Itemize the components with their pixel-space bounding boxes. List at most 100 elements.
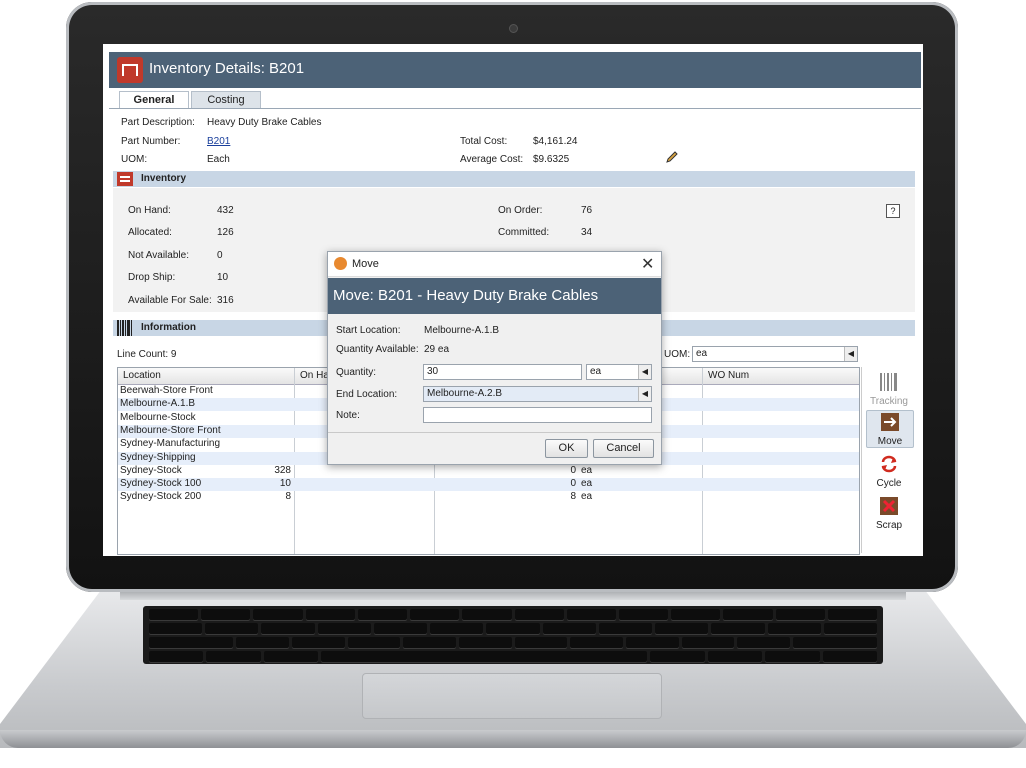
uom-cell: ea	[581, 478, 593, 490]
start-location-label: Start Location:	[336, 325, 401, 336]
on-hand-cell: 10	[279, 478, 291, 490]
app-logo-icon	[334, 257, 347, 270]
dialog-divider	[328, 432, 661, 433]
move-dialog: Move ✕ Move: B201 - Heavy Duty Brake Cab…	[327, 251, 662, 465]
note-input[interactable]	[423, 407, 652, 423]
cycle-button[interactable]: Cycle	[866, 453, 912, 489]
note-label: Note:	[336, 410, 360, 421]
tracking-label: Tracking	[870, 396, 908, 407]
laptop-base-edge	[0, 730, 1026, 748]
location-cell: Sydney-Shipping	[120, 451, 196, 463]
tab-costing[interactable]: Costing	[191, 91, 261, 108]
average-cost-value: $9.6325	[533, 154, 570, 165]
uom-cell: ea	[581, 464, 593, 476]
part-description-label: Part Description:	[121, 117, 195, 128]
committed-value: 34	[581, 227, 593, 238]
uom-cell: ea	[581, 491, 593, 503]
not-available-value: 0	[217, 250, 223, 261]
quantity-available-label: Quantity Available:	[336, 344, 419, 355]
barcode-icon	[117, 320, 132, 336]
location-cell: Sydney-Stock 100	[120, 478, 202, 490]
on-hand-cell: 328	[274, 464, 291, 476]
quantity-uom-select[interactable]: ea ◀	[586, 364, 652, 380]
quantity-label: Quantity:	[336, 367, 377, 378]
quantity-cell: 0	[570, 478, 576, 490]
right-toolbar: Tracking Move Cycle Scrap	[861, 367, 914, 553]
end-location-select[interactable]: Melbourne-A.2.B ◀	[423, 386, 652, 402]
chevron-left-icon[interactable]: ◀	[638, 365, 651, 379]
location-cell: Melbourne-A.1.B	[120, 398, 196, 410]
dialog-heading: Move: B201 - Heavy Duty Brake Cables	[333, 287, 599, 304]
dialog-title-bar: Move ✕	[328, 252, 661, 277]
location-cell: Melbourne-Stock	[120, 411, 196, 423]
move-icon	[881, 413, 899, 431]
info-uom-select[interactable]: ea ◀	[692, 346, 858, 362]
app-window: Inventory Details: B201 General Costing …	[103, 44, 923, 556]
chevron-left-icon[interactable]: ◀	[638, 387, 651, 401]
location-cell: Beerwah-Store Front	[120, 385, 213, 396]
quantity-available-value: 29 ea	[424, 344, 450, 355]
col-wo-num[interactable]: WO Num	[708, 370, 749, 381]
on-hand-value: 432	[217, 205, 234, 216]
quantity-cell: 8	[570, 491, 576, 503]
on-hand-label: On Hand:	[128, 205, 171, 216]
information-section-title: Information	[141, 322, 196, 333]
cycle-label: Cycle	[876, 478, 902, 489]
cycle-icon	[881, 455, 897, 473]
info-uom-value: ea	[696, 348, 708, 359]
end-location-value: Melbourne-A.2.B	[427, 388, 503, 399]
dialog-header: Move: B201 - Heavy Duty Brake Cables	[328, 278, 661, 314]
move-button[interactable]: Move	[866, 410, 914, 448]
laptop-keyboard	[143, 606, 883, 664]
camera-icon	[509, 24, 518, 33]
warehouse-icon	[117, 57, 143, 83]
location-cell: Melbourne-Store Front	[120, 424, 221, 436]
uom-value: Each	[207, 154, 230, 165]
quantity-value: 30	[427, 366, 439, 377]
ok-button[interactable]: OK	[545, 439, 588, 458]
part-description-value: Heavy Duty Brake Cables	[207, 117, 322, 128]
cancel-button[interactable]: Cancel	[593, 439, 654, 458]
scrap-button[interactable]: Scrap	[866, 495, 912, 531]
scrap-icon	[880, 497, 898, 515]
help-icon[interactable]: ?	[886, 204, 900, 218]
table-row[interactable]: Sydney-Stock 100 10 0 ea	[118, 478, 859, 492]
part-number-link[interactable]: B201	[207, 136, 230, 147]
col-location[interactable]: Location	[123, 370, 161, 381]
barcode-icon	[880, 373, 897, 391]
tracking-button[interactable]: Tracking	[866, 371, 912, 407]
col-on-hand[interactable]: On Ha	[300, 370, 329, 381]
tab-general[interactable]: General	[119, 91, 189, 108]
on-order-value: 76	[581, 205, 593, 216]
close-icon[interactable]: ✕	[641, 254, 654, 274]
laptop-trackpad	[362, 673, 662, 719]
drop-ship-value: 10	[217, 272, 229, 283]
available-for-sale-value: 316	[217, 295, 234, 306]
info-uom-label: UOM:	[664, 349, 691, 360]
table-row[interactable]: Sydney-Stock 328 0 ea	[118, 465, 859, 478]
on-hand-cell: 8	[285, 491, 291, 503]
end-location-label: End Location:	[336, 389, 398, 400]
quantity-cell: 0	[570, 464, 576, 476]
on-order-label: On Order:	[498, 205, 543, 216]
location-cell: Sydney-Manufacturing	[120, 438, 221, 450]
chevron-left-icon[interactable]: ◀	[844, 347, 857, 361]
dialog-window-title: Move	[352, 258, 379, 270]
app-title-bar: Inventory Details: B201	[109, 52, 921, 88]
total-cost-value: $4,161.24	[533, 136, 578, 147]
page-title: Inventory Details: B201	[149, 60, 305, 77]
shelf-icon	[117, 172, 133, 186]
table-row[interactable]: Sydney-Stock 200 8 8 ea	[118, 491, 859, 504]
committed-label: Committed:	[498, 227, 550, 238]
line-count: Line Count: 9	[117, 349, 177, 360]
drop-ship-label: Drop Ship:	[128, 272, 176, 283]
part-number-label: Part Number:	[121, 136, 181, 147]
scrap-label: Scrap	[875, 520, 903, 531]
allocated-label: Allocated:	[128, 227, 172, 238]
quantity-input[interactable]: 30	[423, 364, 582, 380]
inventory-section-header: Inventory	[113, 171, 915, 187]
total-cost-label: Total Cost:	[460, 136, 508, 147]
available-for-sale-label: Available For Sale:	[128, 295, 212, 306]
location-cell: Sydney-Stock	[120, 464, 182, 476]
pencil-icon[interactable]	[665, 150, 679, 164]
